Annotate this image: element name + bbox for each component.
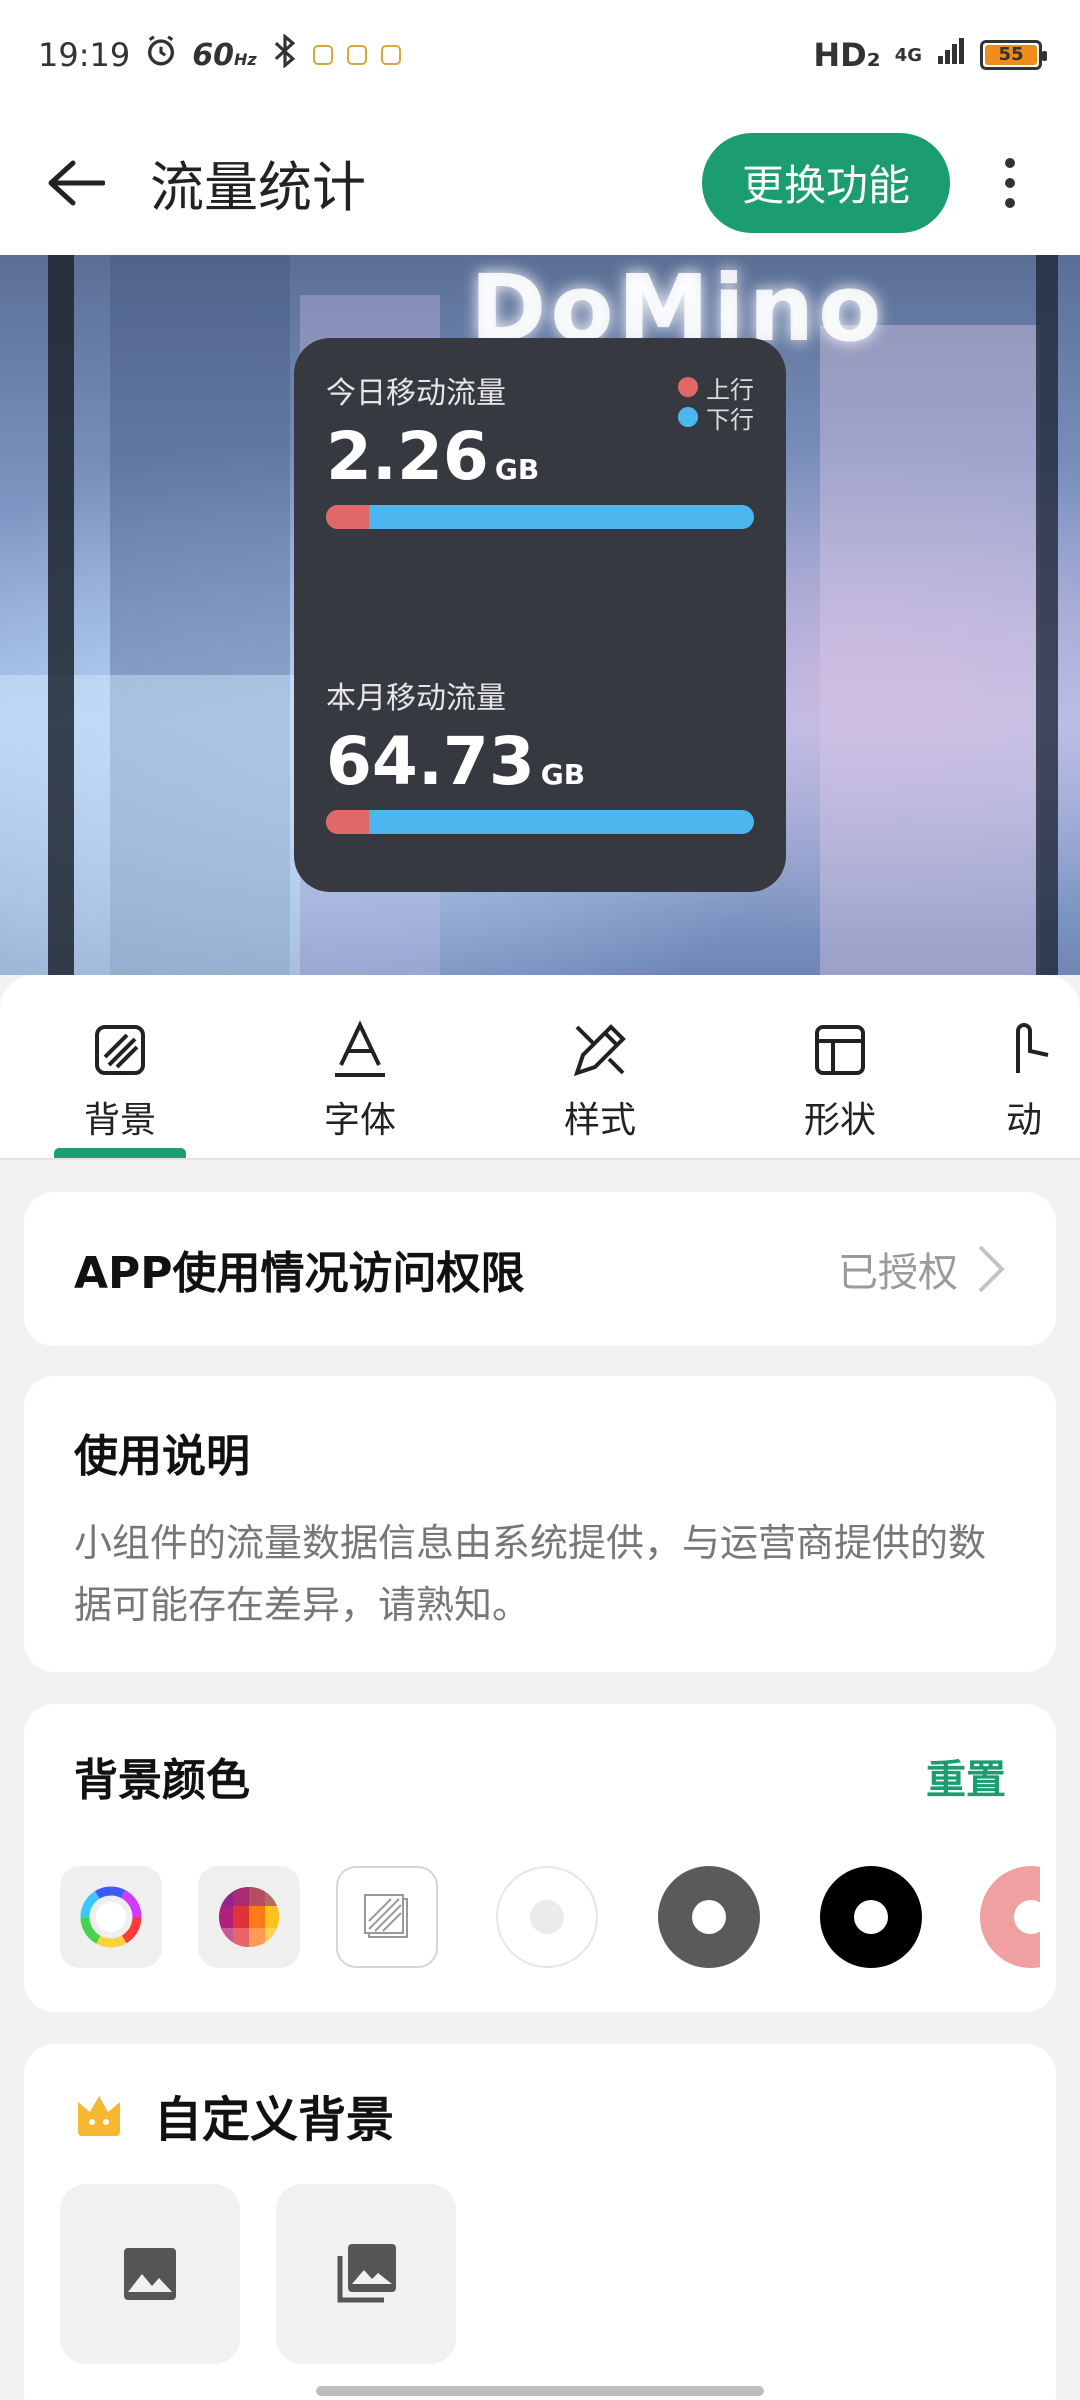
traffic-widget: 上行 下行 今日移动流量 2.26 GB 本月移动流量 64.73 GB [294,338,786,892]
signal-type: 4G [894,44,922,66]
permission-status: 已授权 [838,1250,958,1296]
color-palette-swatch[interactable] [198,1866,300,1968]
pick-gallery-button[interactable] [276,2184,456,2364]
tab-background[interactable]: 背景 [50,1015,190,1143]
style-icon [573,1024,626,1077]
widget-legend: 上行 下行 [678,372,754,434]
usage-permission-row[interactable]: APP使用情况访问权限 已授权 [24,1192,1056,1346]
more-vertical-icon [1005,157,1015,208]
custom-background-card: 自定义背景 [24,2044,1056,2400]
animation-icon [1016,1023,1049,1073]
month-value: 64.73 GB [326,723,586,800]
battery-icon: 55 [980,40,1047,70]
color-swatches [60,1866,1040,1986]
switch-function-button[interactable]: 更换功能 [701,132,950,233]
today-usage-bar [326,505,754,529]
shape-icon [815,1025,865,1075]
color-wheel-icon [80,1886,142,1948]
color-wheel-swatch[interactable] [60,1866,162,1968]
usage-text: 小组件的流量数据信息由系统提供，与运营商提供的数据可能存在差异，请熟知。 [74,1521,987,1627]
transparent-swatch[interactable] [336,1866,438,1968]
month-usage-bar [326,810,754,834]
permission-title: APP使用情况访问权限 [74,1248,525,1299]
arrow-left-icon [48,160,105,205]
download-dot-icon [678,407,698,427]
toolbar: 流量统计 更换功能 [0,110,1080,255]
signal-icon [936,36,966,74]
gallery-icon [337,2244,396,2303]
crown-icon [78,2096,120,2136]
pink-swatch[interactable] [980,1866,1040,1968]
alarm-icon [144,34,178,76]
gray-swatch[interactable] [658,1866,760,1968]
tab-indicator [54,1148,186,1158]
usage-title: 使用说明 [74,1431,250,1482]
status-bar: 19:19 60Hz HD₂ 4G 55 [0,0,1080,110]
tab-shape[interactable]: 形状 [770,1015,910,1143]
tab-font[interactable]: 字体 [290,1015,430,1143]
white-swatch[interactable] [496,1866,598,1968]
background-color-card: 背景颜色 重置 [24,1704,1056,2012]
refresh-rate: 60Hz [192,37,257,73]
color-palette-icon [219,1887,279,1947]
more-options-button[interactable] [980,138,1040,228]
upload-dot-icon [678,377,698,397]
status-time: 19:19 [38,36,131,74]
page-title: 流量统计 [150,156,366,219]
settings-tabs: 背景 字体 样式 形状 动 [0,975,1080,1160]
reset-button[interactable]: 重置 [926,1747,1006,1805]
home-indicator[interactable] [316,2386,764,2396]
notification-icon [346,45,367,65]
chevron-right-icon [978,1245,1005,1293]
tab-style[interactable]: 样式 [530,1015,670,1143]
pick-image-button[interactable] [60,2184,240,2364]
month-upload-fill [326,810,369,834]
black-swatch[interactable] [820,1866,922,1968]
custom-background-title: 自定义背景 [154,2092,395,2148]
bluetooth-icon [271,33,299,76]
notification-icon [312,45,333,65]
background-color-title: 背景颜色 [74,1755,250,1806]
image-icon [124,2248,176,2300]
usage-instructions-card: 使用说明 小组件的流量数据信息由系统提供，与运营商提供的数据可能存在差异，请熟知… [24,1376,1056,1672]
notification-icon [380,45,401,65]
today-upload-fill [326,505,369,529]
back-button[interactable] [40,147,112,219]
background-pattern-icon [95,1025,145,1075]
month-label: 本月移动流量 [326,681,506,716]
tab-animation[interactable]: 动 [1006,1015,1080,1143]
network-type: HD₂ [813,36,881,74]
font-icon [335,1021,385,1077]
transparent-pattern-icon [364,1894,408,1938]
